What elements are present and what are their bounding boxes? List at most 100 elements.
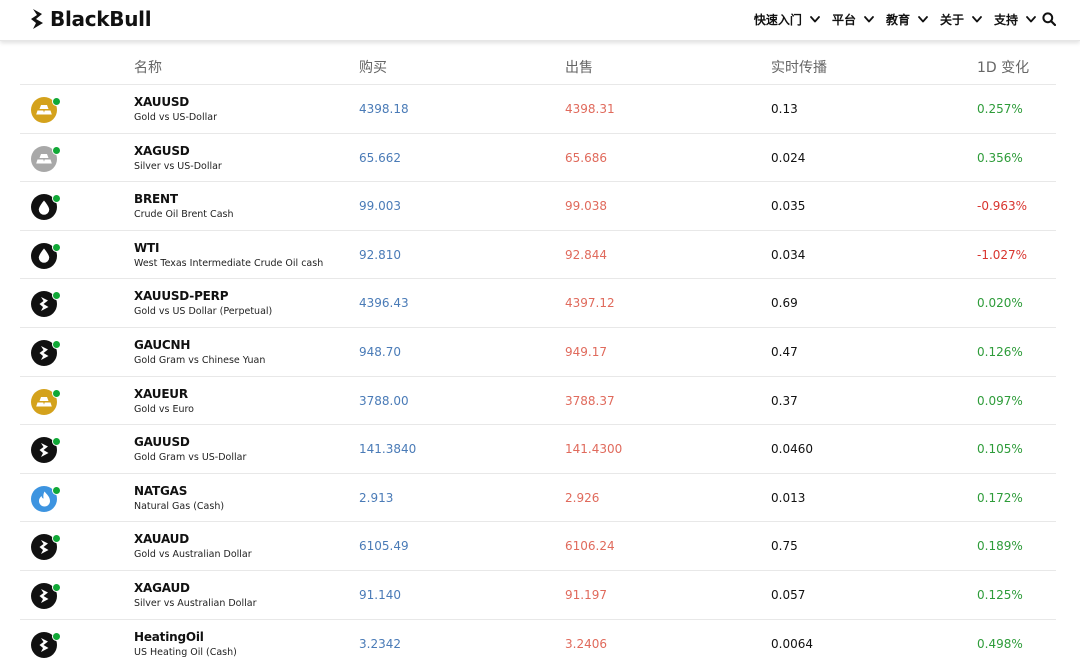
brand-logo[interactable]: BlackBull — [30, 7, 152, 31]
search-icon[interactable] — [1042, 12, 1056, 26]
table-row[interactable]: WTI West Texas Intermediate Crude Oil cas… — [20, 231, 1056, 280]
top-header: BlackBull 快速入门 平台 教育 关于 支持 — [0, 0, 1080, 41]
sell-price: 4397.12 — [565, 296, 615, 311]
nav-item-3[interactable]: 关于 — [940, 11, 982, 28]
blackbull-icon — [31, 631, 61, 662]
live-spread: 0.0064 — [771, 636, 813, 651]
status-dot — [52, 194, 61, 204]
status-dot — [52, 145, 61, 155]
sell-price: 92.844 — [565, 247, 607, 262]
daily-change: 0.126% — [977, 344, 1023, 359]
sell-price: 2.926 — [565, 490, 600, 505]
blackbull-icon — [31, 582, 61, 613]
table-row[interactable]: BRENT Crude Oil Brent Cash 99.003 99.038 0.0… — [20, 182, 1056, 231]
instrument-description: Gold vs Australian Dollar — [134, 549, 252, 561]
instrument-symbol: XAGAUD — [134, 580, 190, 595]
sell-price: 949.17 — [565, 344, 607, 359]
table-row[interactable]: GAUUSD Gold Gram vs US-Dollar 141.3840 141.… — [20, 425, 1056, 474]
instrument-description: Silver vs Australian Dollar — [134, 597, 257, 609]
sell-price: 4398.31 — [565, 102, 615, 116]
table-row[interactable]: NATGAS Natural Gas (Cash) 2.913 2.926 0.013 0… — [20, 474, 1056, 523]
nav-item-2[interactable]: 教育 — [886, 11, 928, 28]
table-row[interactable]: XAUUSD Gold vs US-Dollar 4398.18 4398.31 0.1… — [20, 85, 1056, 134]
buy-price: 141.3840 — [359, 442, 417, 457]
daily-change: 0.356% — [977, 150, 1023, 165]
table-row[interactable]: XAUAUD Gold vs Australian Dollar 6105.49 61… — [20, 522, 1056, 571]
instrument-description: Gold vs Euro — [134, 403, 194, 415]
instrument-description: Gold vs US-Dollar — [134, 112, 217, 123]
table-row[interactable]: XAUEUR Gold vs Euro 3788.00 3788.37 0.37 0.09… — [20, 377, 1056, 426]
buy-price: 99.003 — [359, 199, 401, 214]
status-dot — [52, 339, 61, 349]
live-spread: 0.0460 — [771, 442, 813, 457]
instrument-description: US Heating Oil (Cash) — [134, 646, 237, 658]
blackbull-icon — [31, 534, 61, 564]
instrument-symbol: XAUAUD — [134, 532, 189, 547]
column-header-change: 1D 变化 — [977, 60, 1030, 76]
table-row[interactable]: XAUUSD-PERP Gold vs US Dollar (Perpetual)… — [20, 279, 1056, 328]
instrument-symbol: WTI — [134, 240, 160, 255]
buy-price: 3788.00 — [359, 393, 409, 408]
buy-price: 65.662 — [359, 150, 401, 165]
live-spread: 0.69 — [771, 296, 798, 311]
status-dot — [52, 242, 61, 252]
blackbull-icon — [31, 339, 61, 370]
oil-drop-icon — [31, 242, 61, 273]
status-dot — [52, 582, 61, 592]
chevron-down-icon — [810, 15, 820, 22]
table-row[interactable]: XAGUSD Silver vs US-Dollar 65.662 65.686 0.0… — [20, 134, 1056, 183]
buy-price: 948.70 — [359, 344, 401, 359]
status-dot — [52, 485, 61, 495]
live-spread: 0.47 — [771, 344, 798, 359]
table-row[interactable]: GAUCNH Gold Gram vs Chinese Yuan 948.70 949… — [20, 328, 1056, 377]
markets-table: 名称 购买 出售 实时传播 1D 变化 XAUUSD Gold vs US-Dol… — [20, 42, 1056, 665]
sell-price: 65.686 — [565, 150, 607, 165]
instrument-symbol: XAUUSD-PERP — [134, 289, 229, 304]
instrument-description: Natural Gas (Cash) — [134, 500, 225, 512]
instrument-description: Gold Gram vs US-Dollar — [134, 452, 247, 464]
instrument-symbol: XAGUSD — [134, 143, 190, 158]
table-row[interactable]: XAGAUD Silver vs Australian Dollar 91.140 9… — [20, 571, 1056, 620]
nav-item-label: 平台 — [831, 12, 856, 27]
sell-price: 3788.37 — [565, 393, 615, 408]
buy-price: 3.2342 — [359, 636, 401, 651]
daily-change: 0.097% — [977, 393, 1023, 408]
live-spread: 0.013 — [771, 490, 806, 505]
daily-change: -1.027% — [977, 247, 1028, 262]
table-header: 名称 购买 出售 实时传播 1D 变化 — [20, 42, 1056, 85]
live-spread: 0.75 — [771, 539, 798, 554]
sell-price: 6106.24 — [565, 539, 615, 554]
daily-change: 0.105% — [977, 442, 1023, 457]
buy-price: 92.810 — [359, 247, 401, 262]
chevron-down-icon — [1026, 15, 1036, 22]
blackbull-logo-icon — [31, 9, 43, 29]
chevron-down-icon — [972, 15, 982, 22]
live-spread: 0.37 — [771, 393, 798, 408]
instrument-symbol: GAUCNH — [134, 337, 191, 352]
instrument-symbol: XAUEUR — [134, 386, 188, 401]
status-dot — [52, 437, 61, 447]
instrument-symbol: GAUUSD — [134, 435, 190, 450]
instrument-symbol: BRENT — [134, 192, 178, 207]
daily-change: 0.257% — [977, 102, 1023, 116]
nav-item-label: 支持 — [993, 12, 1018, 27]
instrument-description: Crude Oil Brent Cash — [134, 209, 234, 221]
table-row[interactable]: HeatingOil US Heating Oil (Cash) 3.2342 3.2… — [20, 620, 1056, 665]
blackbull-icon — [31, 437, 61, 467]
instrument-description: Gold vs US Dollar (Perpetual) — [134, 306, 273, 318]
sell-price: 99.038 — [565, 199, 607, 214]
sell-price: 141.4300 — [565, 442, 623, 457]
instrument-symbol: HeatingOil — [134, 629, 204, 644]
daily-change: 0.498% — [977, 636, 1023, 651]
status-dot — [52, 388, 61, 398]
brand-name: BlackBull — [50, 7, 152, 31]
column-header-name: 名称 — [134, 60, 162, 76]
status-dot — [52, 291, 61, 301]
status-dot — [52, 97, 61, 106]
live-spread: 0.024 — [771, 150, 806, 165]
nav-item-0[interactable]: 快速入门 — [754, 11, 820, 28]
blackbull-icon — [31, 291, 61, 321]
status-dot — [52, 534, 61, 544]
nav-item-4[interactable]: 支持 — [994, 11, 1036, 28]
nav-item-1[interactable]: 平台 — [832, 11, 874, 28]
